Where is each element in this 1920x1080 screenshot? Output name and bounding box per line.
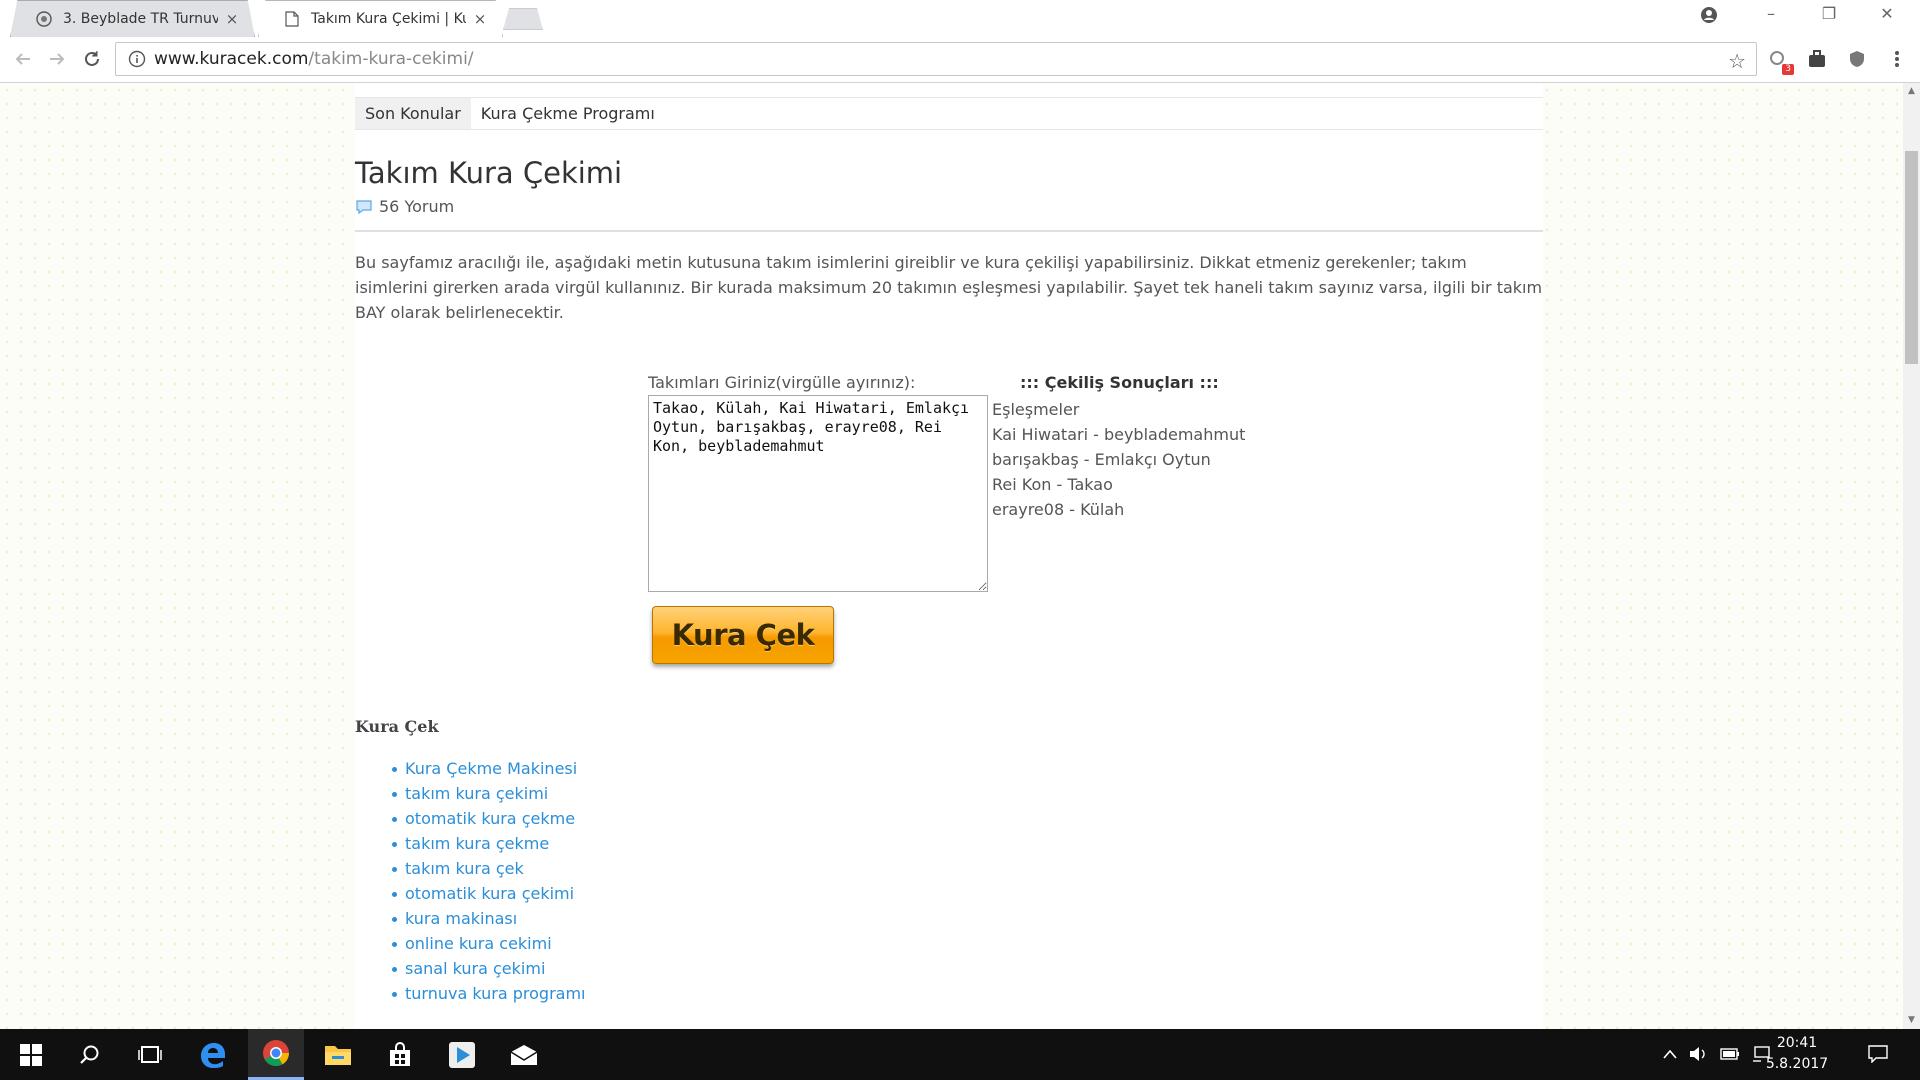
related-link[interactable]: otomatik kura çekme (405, 809, 575, 828)
address-bar[interactable]: www.kuracek.com /takim-kura-cekimi/ ☆ (115, 42, 1757, 76)
comment-count-label: 56 Yorum (379, 197, 455, 216)
tab-title: Takım Kura Çekimi | Kura (311, 11, 466, 27)
windows-taskbar: 20:41 5.8.2017 (0, 1029, 1920, 1080)
file-explorer-icon[interactable] (310, 1029, 366, 1080)
page-content: Son Konular Kura Çekme Programı Takım Ku… (355, 83, 1543, 1029)
star-icon[interactable]: ☆ (1728, 49, 1746, 73)
page-title: Takım Kura Çekimi (355, 156, 623, 190)
menu-icon[interactable] (1885, 47, 1909, 71)
list-item: turnuva kura programı (391, 981, 585, 1006)
forward-arrow-icon[interactable] (44, 46, 70, 72)
window-close-button[interactable]: ✕ (1872, 4, 1902, 23)
mail-icon[interactable] (496, 1029, 552, 1080)
teams-textarea[interactable]: Takao, Külah, Kai Hiwatari, Emlakçı Oytu… (648, 395, 988, 592)
list-item: otomatik kura çekme (391, 806, 585, 831)
url-host: www.kuracek.com (154, 49, 309, 69)
tab-strip: 3. Beyblade TR Turnuvası × Takım Kura Çe… (0, 0, 1920, 37)
page-icon (283, 10, 301, 28)
list-item: otomatik kura çekimi (391, 881, 585, 906)
tab-takim-kura-cekimi[interactable]: Takım Kura Çekimi | Kura × (258, 0, 503, 37)
browser-toolbar: www.kuracek.com /takim-kura-cekimi/ ☆ 3 (0, 37, 1920, 83)
draw-button[interactable]: Kura Çek (652, 606, 834, 664)
minimize-button[interactable]: – (1756, 4, 1786, 23)
related-link[interactable]: turnuva kura programı (405, 984, 585, 1003)
store-icon[interactable] (372, 1029, 428, 1080)
list-item: kura makinası (391, 906, 585, 931)
new-tab-button[interactable] (503, 8, 543, 30)
search-icon[interactable] (62, 1029, 118, 1080)
match-pair: barışakbaş - Emlakçı Oytun (992, 450, 1211, 469)
list-item: takım kura çek (391, 856, 585, 881)
shield-extension-icon[interactable] (1845, 47, 1869, 71)
related-link[interactable]: otomatik kura çekimi (405, 884, 574, 903)
back-arrow-icon[interactable] (10, 46, 36, 72)
comment-count[interactable]: 56 Yorum (355, 197, 454, 216)
nav-kura-cekme-programi[interactable]: Kura Çekme Programı (471, 98, 665, 129)
match-pair: Kai Hiwatari - beyblademahmut (992, 425, 1246, 444)
list-item: takım kura çekimi (391, 781, 585, 806)
user-icon[interactable] (1700, 6, 1720, 26)
intro-paragraph: Bu sayfamız aracılığı ile, aşağıdaki met… (355, 253, 1543, 322)
url-path: /takim-kura-cekimi/ (308, 49, 474, 69)
list-item: online kura cekimi (391, 931, 585, 956)
notification-icon[interactable] (1868, 1044, 1888, 1064)
tab-title: 3. Beyblade TR Turnuvası (63, 11, 218, 27)
tab-beyblade-tournament[interactable]: 3. Beyblade TR Turnuvası × (10, 0, 255, 37)
title-divider (355, 230, 1543, 232)
related-link[interactable]: sanal kura çekimi (405, 959, 545, 978)
list-item: takım kura çekme (391, 831, 585, 856)
restore-button[interactable]: ❐ (1814, 4, 1844, 23)
extension-notifier-icon[interactable]: 3 (1766, 47, 1794, 75)
teams-input-label: Takımları Giriniz(virgülle ayırınız): (648, 373, 916, 392)
related-link[interactable]: Kura Çekme Makinesi (405, 759, 577, 778)
site-navigation: Son Konular Kura Çekme Programı (355, 97, 1543, 130)
taskbar-clock[interactable]: 20:41 5.8.2017 (1762, 1033, 1832, 1075)
vertical-scrollbar[interactable]: ▲ ▼ (1903, 83, 1920, 1029)
comment-icon (355, 199, 373, 215)
scroll-down-arrow-icon[interactable]: ▼ (1903, 1012, 1920, 1029)
scroll-up-arrow-icon[interactable]: ▲ (1903, 83, 1920, 100)
clock-date: 5.8.2017 (1765, 1056, 1829, 1072)
globe-icon (35, 10, 53, 28)
battery-icon[interactable] (1720, 1044, 1740, 1064)
volume-icon[interactable] (1688, 1044, 1708, 1064)
results-heading: ::: Çekiliş Sonuçları ::: (1020, 373, 1219, 392)
extension-badge: 3 (1782, 64, 1794, 75)
related-link[interactable]: kura makinası (405, 909, 517, 928)
nav-son-konular[interactable]: Son Konular (355, 98, 471, 129)
related-link[interactable]: online kura cekimi (405, 934, 552, 953)
related-link[interactable]: takım kura çekme (405, 834, 549, 853)
task-view-icon[interactable] (122, 1029, 178, 1080)
results-title: Eşleşmeler (992, 400, 1080, 419)
close-icon[interactable]: × (472, 10, 488, 28)
edge-icon[interactable] (185, 1029, 241, 1080)
media-player-icon[interactable] (434, 1029, 490, 1080)
tray-expand-icon[interactable] (1660, 1044, 1680, 1064)
related-link[interactable]: takım kura çekimi (405, 784, 548, 803)
page-viewport: Son Konular Kura Çekme Programı Takım Ku… (0, 83, 1903, 1029)
match-pair: Rei Kon - Takao (992, 475, 1113, 494)
kura-cek-heading: Kura Çek (355, 717, 439, 736)
clock-time: 20:41 (1776, 1035, 1818, 1051)
list-item: Kura Çekme Makinesi (391, 756, 585, 781)
info-icon[interactable] (128, 50, 146, 68)
match-pair: erayre08 - Külah (992, 500, 1125, 519)
chrome-icon[interactable] (248, 1029, 304, 1080)
list-item: sanal kura çekimi (391, 956, 585, 981)
reload-icon[interactable] (79, 46, 105, 72)
related-links: Kura Çekme Makinesi takım kura çekimi ot… (391, 756, 585, 1006)
related-link[interactable]: takım kura çek (405, 859, 524, 878)
windows-start-icon[interactable] (3, 1029, 59, 1080)
close-icon[interactable]: × (224, 10, 240, 28)
briefcase-extension-icon[interactable] (1805, 47, 1829, 71)
scrollbar-thumb[interactable] (1905, 151, 1918, 364)
draw-results: Eşleşmeler Kai Hiwatari - beyblademahmut… (992, 397, 1245, 522)
